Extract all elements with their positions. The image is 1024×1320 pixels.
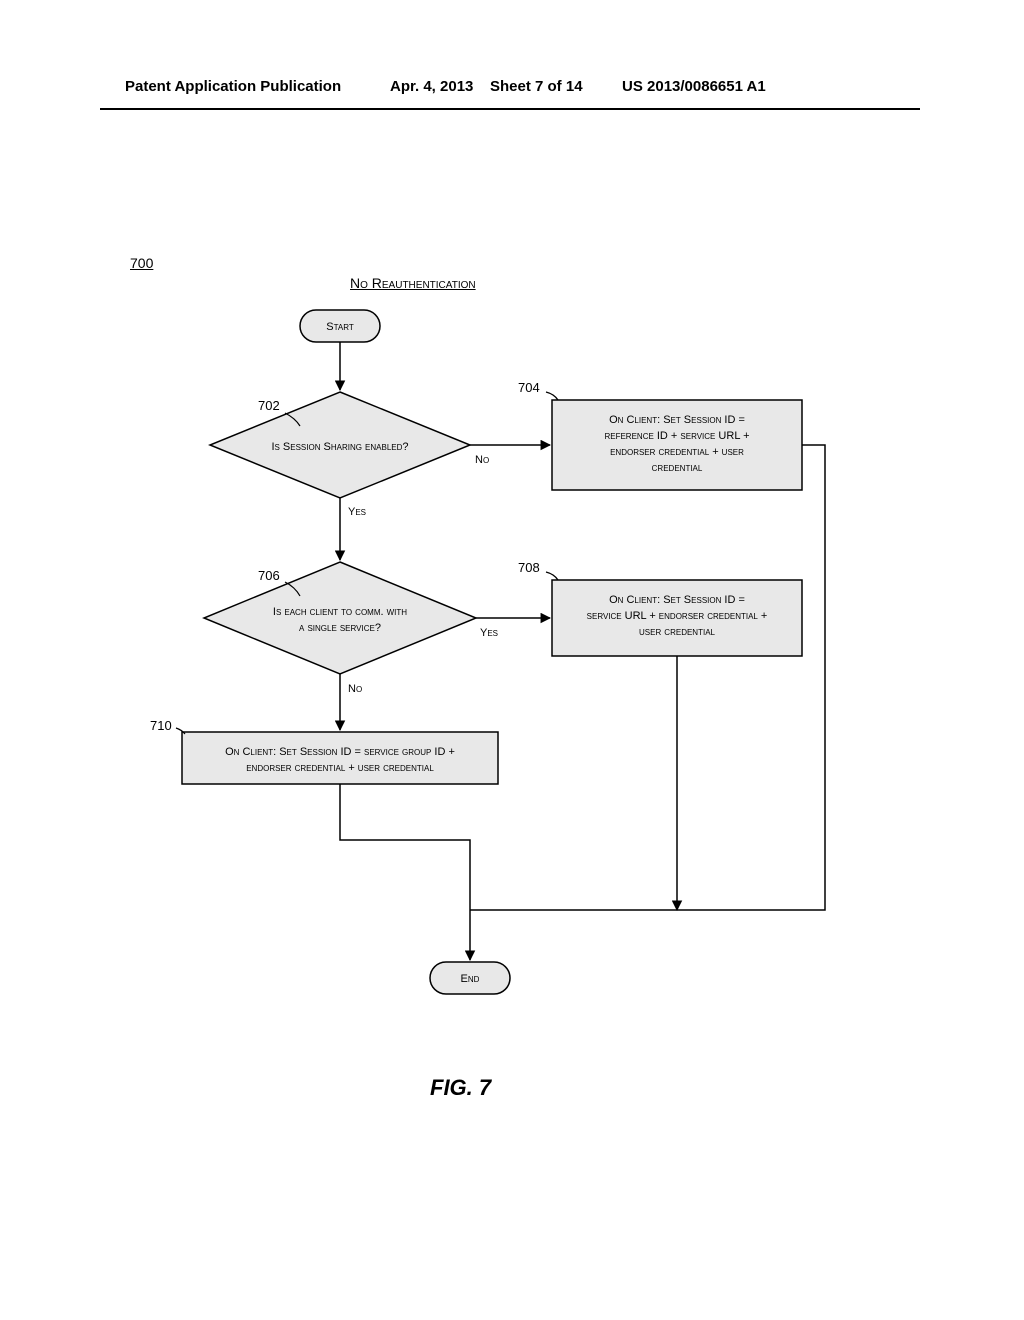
figure-reference-number: 700 — [130, 255, 153, 271]
edge-704-merge — [677, 445, 825, 910]
node-706-text-l2: a single service? — [299, 622, 381, 634]
node-710: On Client: Set Session ID = service grou… — [182, 732, 498, 784]
header-publication: Patent Application Publication — [125, 78, 341, 95]
node-702: Is Session Sharing enabled? — [210, 392, 470, 498]
edge-702-704-label: No — [475, 454, 489, 466]
edge-706-710-label: No — [348, 683, 362, 695]
page: Patent Application Publication Apr. 4, 2… — [0, 0, 1024, 1320]
ref-704: 704 — [518, 380, 540, 395]
node-706-text-l1: Is each client to comm. with — [273, 606, 407, 618]
header-rule — [100, 108, 920, 110]
flowchart: Start Is Session Sharing enabled? 702 No… — [100, 300, 920, 1060]
ref-708-leader — [546, 572, 558, 580]
edge-710-end — [340, 784, 470, 960]
header-sheet: Sheet 7 of 14 — [490, 78, 583, 95]
ref-706: 706 — [258, 568, 280, 583]
node-end: End — [430, 962, 510, 994]
node-704-text-l1: On Client: Set Session ID = — [609, 414, 745, 426]
header-date: Apr. 4, 2013 — [390, 78, 473, 95]
ref-708: 708 — [518, 560, 540, 575]
node-708-text-l3: user credential — [639, 626, 716, 638]
node-704-text-l2: reference ID + service URL + — [604, 430, 749, 442]
node-end-text: End — [461, 973, 480, 985]
node-710-text-l1: On Client: Set Session ID = service grou… — [225, 746, 455, 758]
figure-label: FIG. 7 — [430, 1075, 491, 1101]
header-pubno: US 2013/0086651 A1 — [622, 78, 766, 95]
ref-704-leader — [546, 392, 558, 400]
edge-706-708-label: Yes — [480, 627, 498, 639]
node-708: On Client: Set Session ID = service URL … — [552, 580, 802, 656]
node-702-text: Is Session Sharing enabled? — [271, 441, 408, 453]
node-704: On Client: Set Session ID = reference ID… — [552, 400, 802, 490]
diagram-title: No Reauthentication — [350, 275, 476, 291]
edge-702-706-label: Yes — [348, 506, 366, 518]
node-start: Start — [300, 310, 380, 342]
ref-702: 702 — [258, 398, 280, 413]
node-708-text-l1: On Client: Set Session ID = — [609, 594, 745, 606]
node-706: Is each client to comm. with a single se… — [204, 562, 476, 674]
node-704-text-l4: credential — [652, 462, 703, 474]
ref-710: 710 — [150, 718, 172, 733]
ref-710-leader — [176, 728, 185, 734]
node-start-text: Start — [326, 321, 354, 333]
node-710-text-l2: endorser credential + user credential — [246, 762, 434, 774]
node-708-text-l2: service URL + endorser credential + — [587, 610, 768, 622]
node-704-text-l3: endorser credential + user — [610, 446, 744, 458]
